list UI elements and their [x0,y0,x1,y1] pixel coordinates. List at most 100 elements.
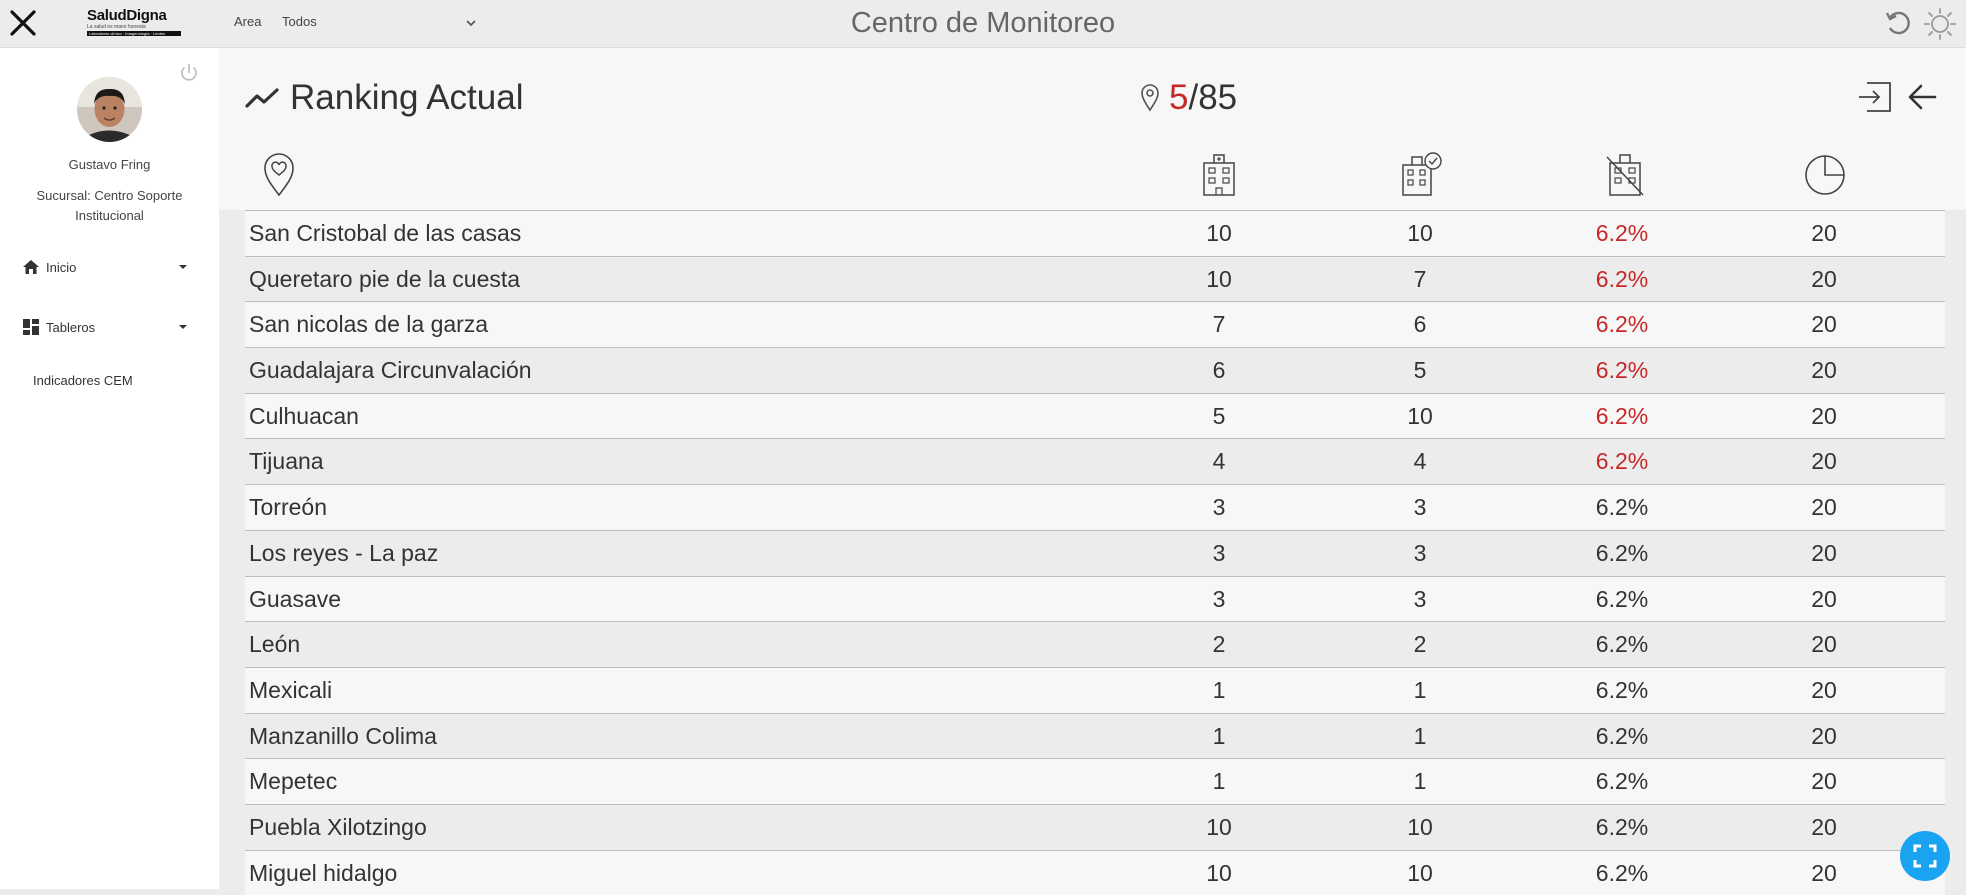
table-row[interactable]: Guadalajara Circunvalación 6 5 6.2% 20 [245,347,1945,393]
sun-icon[interactable] [1924,8,1956,40]
col-hospitals-value: 10 [1206,220,1232,246]
table-row[interactable]: Mepetec 1 1 6.2% 20 [245,758,1945,804]
col-percent-value: 6.2% [1595,722,1649,749]
col-percent-value: 6.2% [1595,859,1649,886]
count-total: /85 [1188,78,1238,117]
hospital-icon [1203,154,1235,196]
col-share-value: 20 [1811,813,1837,840]
sidebar-item-inicio[interactable]: Inicio [0,247,219,287]
col-percent-value: 6.2% [1595,813,1649,840]
table-row[interactable]: Tijuana 4 4 6.2% 20 [245,438,1945,485]
col-hospitals-value: 4 [1212,448,1226,475]
area-label: Area [234,14,262,29]
col-checked-value: 5 [1413,357,1427,384]
col-hospitals-value: 1 [1212,676,1226,703]
hospital-off-icon [1606,154,1644,196]
col-percent-value: 6.2% [1595,631,1649,658]
col-hospitals-value: 5 [1212,402,1226,429]
table-row[interactable]: San nicolas de la garza 7 6 6.2% 20 [245,301,1945,348]
col-share-value: 20 [1811,448,1837,475]
table-row[interactable]: Manzanillo Colima 1 1 6.2% 20 [245,712,1945,759]
area-select[interactable]: Todos [282,9,478,35]
count-current: 5 [1169,78,1189,117]
fullscreen-icon [1913,844,1937,868]
col-checked-value: 1 [1413,676,1427,703]
col-hospitals-value: 10 [1206,859,1232,886]
col-percent-value: 6.2% [1595,585,1649,612]
refresh-icon[interactable] [1884,9,1912,37]
col-percent-value: 6.2% [1595,768,1649,795]
table-row[interactable]: Puebla Xilotzingo 10 10 6.2% 20 [245,803,1945,850]
location-name: Puebla Xilotzingo [249,813,427,840]
location-name: Guadalajara Circunvalación [249,357,532,384]
exit-icon[interactable] [1857,80,1893,114]
col-checked-value: 3 [1413,539,1427,566]
col-checked-value: 7 [1413,265,1427,292]
chevron-down-icon [466,20,476,27]
location-name: Los reyes - La paz [249,539,439,566]
col-checked-value: 10 [1407,220,1433,246]
location-name: Guasave [249,585,342,612]
col-percent-value: 6.2% [1595,494,1649,521]
col-hospitals-value: 7 [1212,311,1226,338]
col-hospitals-value: 10 [1206,265,1232,292]
table-row[interactable]: Torreón 3 3 6.2% 20 [245,484,1945,530]
pie-chart-icon [1805,155,1845,195]
col-share-value: 20 [1811,220,1837,246]
location-name: San nicolas de la garza [249,311,489,338]
col-hospitals-value: 1 [1212,722,1226,749]
location-name: Miguel hidalgo [249,859,398,886]
table-row[interactable]: Guasave 3 3 6.2% 20 [245,575,1945,622]
col-checked-value: 1 [1413,768,1427,795]
col-hospitals-value: 3 [1212,585,1226,612]
table-row[interactable]: León 2 2 6.2% 20 [245,621,1945,667]
caret-down-icon [179,325,187,329]
col-percent-value: 6.2% [1595,357,1649,384]
col-share-value: 20 [1811,402,1837,429]
col-checked-value: 10 [1407,859,1433,886]
sidebar: Gustavo Fring Sucursal: Centro Soporte I… [0,48,219,889]
logo: SaludDigna La salud es mano honesta Labo… [87,8,181,40]
ranking-table: San Cristobal de las casas 10 10 6.2% 20 Quer… [245,210,1945,895]
col-percent-value: 6.2% [1595,311,1649,338]
location-name: Torreón [249,494,327,521]
user-name: Gustavo Fring [68,157,151,172]
col-share-value: 20 [1811,539,1837,566]
arrow-back-icon[interactable] [1906,82,1938,112]
page-title: Ranking Actual [290,78,524,117]
col-hospitals-value: 10 [1206,813,1232,840]
location-name: Manzanillo Colima [249,722,437,749]
sidebar-item-label: Tableros [46,320,96,335]
table-row[interactable]: Mexicali 1 1 6.2% 20 [245,666,1945,713]
location-heart-icon [264,153,294,197]
close-icon[interactable] [8,8,38,38]
caret-down-icon [179,265,187,269]
power-icon[interactable] [178,62,200,84]
col-share-value: 20 [1811,585,1837,612]
col-percent-value: 6.2% [1595,448,1649,475]
fullscreen-button[interactable] [1900,831,1950,881]
location-name: Tijuana [249,448,324,475]
trending-icon [245,88,279,108]
sidebar-subitem-indicadores[interactable]: Indicadores CEM [33,373,133,388]
table-row[interactable]: Culhuacan 5 10 6.2% 20 [245,392,1945,439]
location-name: San Cristobal de las casas [249,220,522,246]
sidebar-item-tableros[interactable]: Tableros [0,307,219,347]
col-checked-value: 6 [1413,311,1427,338]
location-name: Culhuacan [249,402,359,429]
col-hospitals-value: 1 [1212,768,1226,795]
col-share-value: 20 [1811,494,1837,521]
column-header [245,151,1945,207]
table-row[interactable]: Los reyes - La paz 3 3 6.2% 20 [245,529,1945,576]
col-hospitals-value: 3 [1212,494,1226,521]
col-share-value: 20 [1811,357,1837,384]
col-checked-value: 1 [1413,722,1427,749]
top-bar: SaludDigna La salud es mano honesta Labo… [0,0,1966,48]
table-row[interactable]: San Cristobal de las casas 10 10 6.2% 20 [245,210,1945,256]
col-checked-value: 3 [1413,585,1427,612]
col-percent-value: 6.2% [1595,402,1649,429]
logo-bar: Laboratorio clínico · Imagenología · Len… [87,31,181,36]
col-checked-value: 10 [1407,813,1433,840]
table-row[interactable]: Queretaro pie de la cuesta 10 7 6.2% 20 [245,255,1945,302]
table-row[interactable]: Miguel hidalgo 10 10 6.2% 20 [245,849,1945,895]
